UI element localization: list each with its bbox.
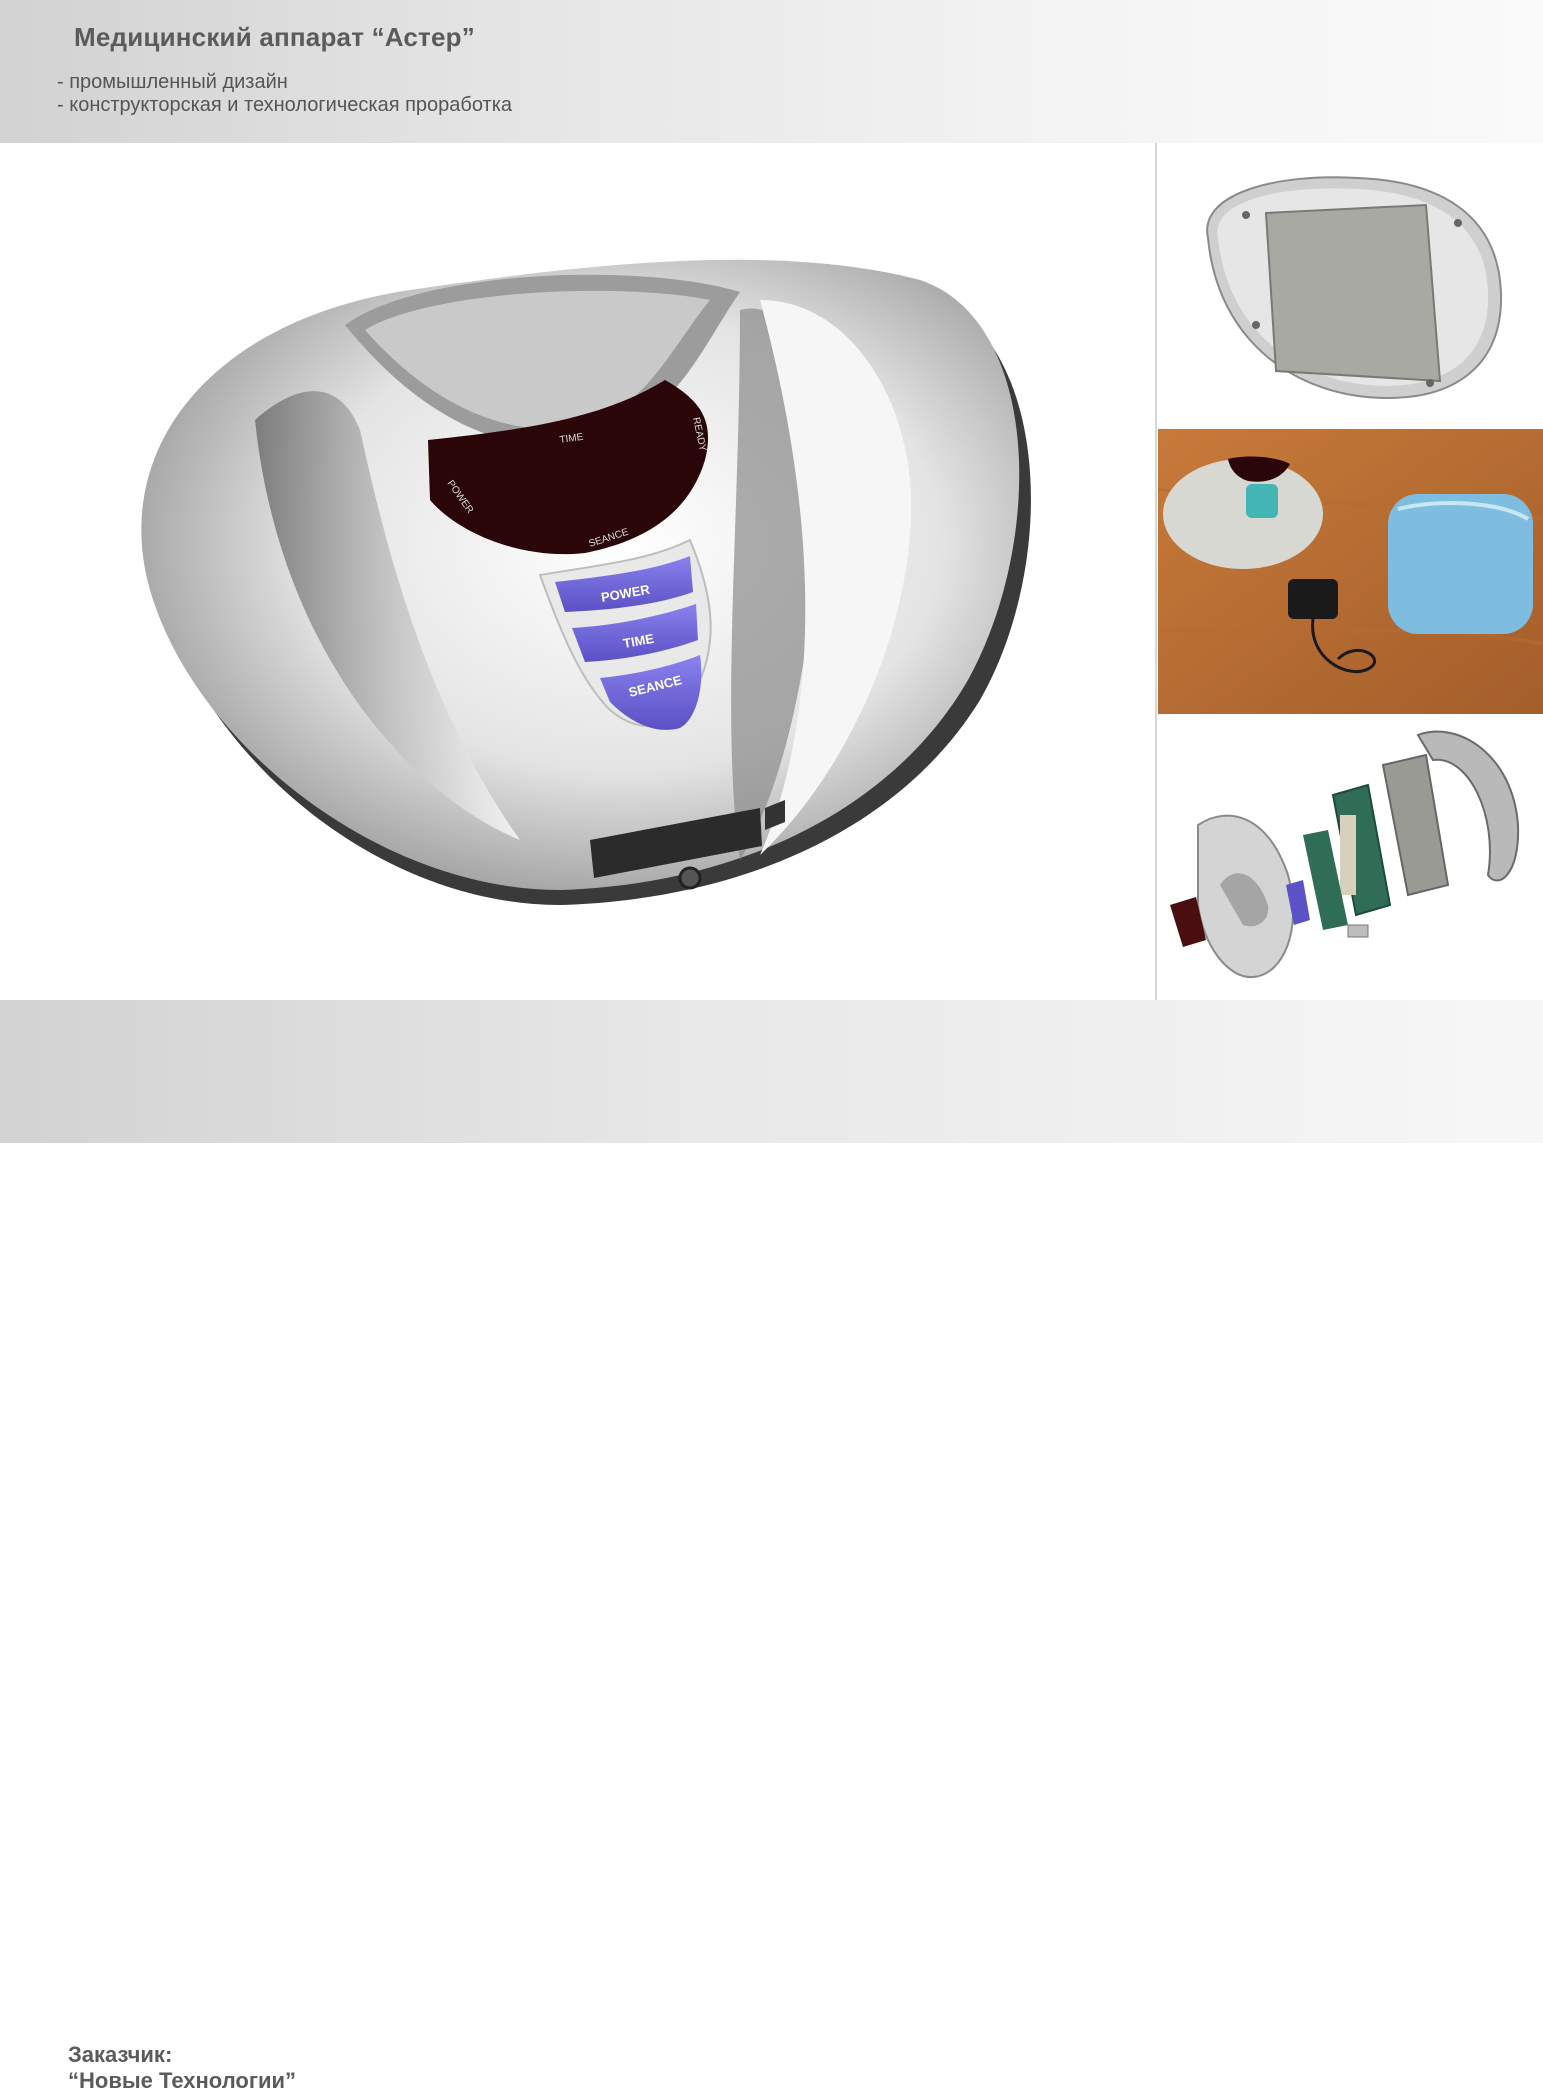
client-name: “Новые Технологии”	[68, 2068, 297, 2093]
product-photo-image	[1158, 429, 1543, 714]
device-main-render: POWER TIME READY SEANCE POWER TIME SEANC…	[141, 259, 1031, 905]
bullet-engineering: - конструкторская и технологическая прор…	[57, 94, 513, 116]
footer-band: Заказчик: “Новые Технологии”	[0, 1000, 1543, 2093]
bullet-industrial-design: - промышленный дизайн	[57, 71, 288, 93]
jack-icon	[678, 866, 702, 890]
device-back-view-image	[1158, 143, 1543, 428]
header-band: Медицинский аппарат “Астер” - промышленн…	[0, 0, 1543, 143]
page-title: Медицинский аппарат “Астер”	[74, 22, 475, 52]
client-label: Заказчик:	[68, 2042, 173, 2067]
vertical-divider	[1155, 143, 1157, 1000]
exploded-view-image	[1158, 715, 1543, 1000]
